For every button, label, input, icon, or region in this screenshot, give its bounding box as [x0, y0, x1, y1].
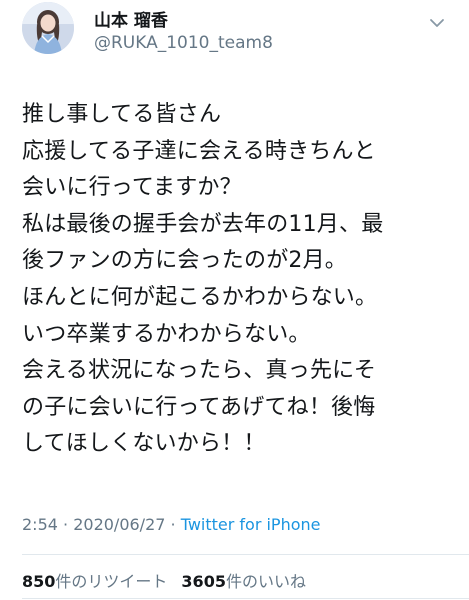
tweet-date[interactable]: 2020/06/27: [73, 515, 165, 534]
tweet-line: 会いに行ってますか？: [22, 175, 242, 201]
avatar-image: [22, 2, 74, 54]
tweet-timestamp: 2:54 · 2020/06/27 · Twitter for iPhone: [22, 515, 321, 534]
tweet-line: してほしくないから！！: [22, 431, 266, 457]
divider: [22, 554, 469, 555]
tweet-line: ほんとに何が起こるかわからない。: [22, 284, 378, 310]
divider: [22, 598, 469, 599]
tweet-line: 応援してる子達に会える時きちんと: [22, 138, 376, 164]
chevron-down-icon[interactable]: [426, 12, 448, 34]
tweet-line: の子に会いに行ってあげてね！後悔: [22, 394, 376, 420]
retweets-stat[interactable]: 850件のリツイート: [22, 572, 167, 591]
retweets-count: 850: [22, 572, 56, 591]
engagement-stats: 850件のリツイート 3605件のいいね: [22, 568, 306, 592]
retweets-label: 件のリツイート: [55, 572, 168, 591]
tweet-time[interactable]: 2:54: [22, 515, 58, 534]
tweet-text: 推し事してる皆さん 応援してる子達に会える時きちんと 会いに行ってますか？ 私は…: [22, 97, 462, 463]
tweet-line: 推し事してる皆さん: [22, 102, 222, 127]
avatar[interactable]: [22, 2, 74, 54]
meta-separator: ·: [165, 515, 181, 534]
author-handle[interactable]: @RUKA_1010_team8: [94, 33, 273, 53]
tweet-source-link[interactable]: Twitter for iPhone: [181, 515, 321, 534]
meta-separator: ·: [57, 515, 74, 534]
likes-label: 件のいいね: [225, 572, 306, 591]
tweet-detail: 山本 瑠香 @RUKA_1010_team8 推し事してる皆さん 応援してる子達…: [0, 0, 469, 600]
likes-stat[interactable]: 3605件のいいね: [181, 572, 306, 591]
likes-count: 3605: [181, 572, 226, 591]
author-display-name[interactable]: 山本 瑠香: [94, 6, 168, 31]
tweet-line: いつ卒業するかわからない。: [22, 321, 311, 347]
tweet-line: 私は最後の握手会が去年の11月、最: [22, 211, 384, 237]
tweet-line: 会える状況になったら、真っ先にそ: [22, 358, 377, 384]
tweet-line: 後ファンの方に会ったのが2月。: [22, 248, 347, 274]
